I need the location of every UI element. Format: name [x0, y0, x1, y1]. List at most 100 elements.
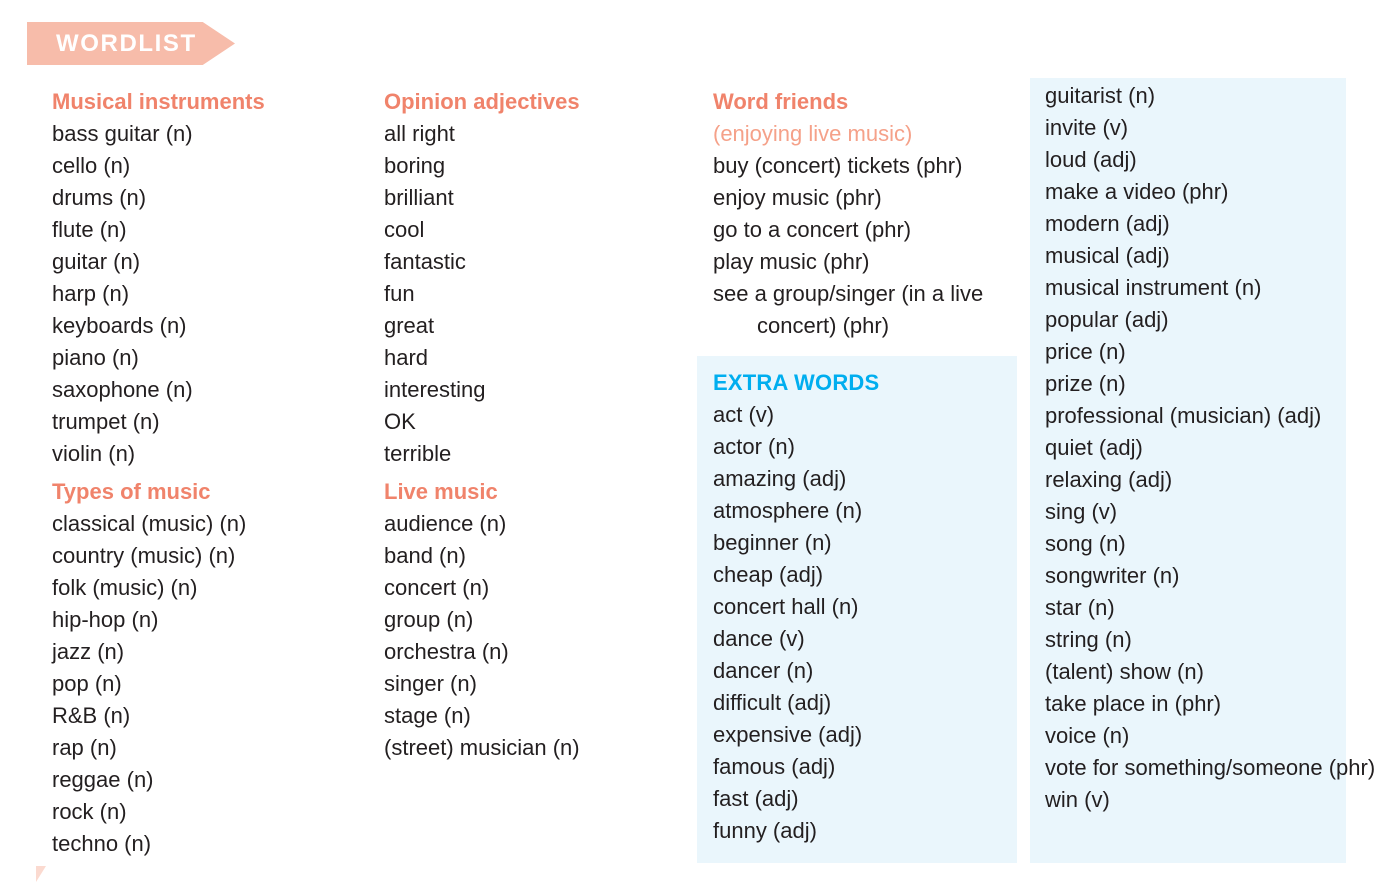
section-heading-musical-instruments: Musical instruments [52, 89, 265, 114]
word-list-item: funny (adj) [713, 818, 817, 843]
word-list-item: musical (adj) [1045, 243, 1170, 268]
word-list-item: jazz (n) [52, 639, 125, 664]
word-list-item: folk (music) (n) [52, 575, 198, 600]
word-list-item: techno (n) [52, 831, 152, 856]
word-list-item: guitar (n) [52, 249, 141, 274]
word-list-item: see a group/singer (in a live concert) (… [713, 281, 984, 338]
word-list-item: prize (n) [1045, 371, 1126, 396]
section-extra-words-right: guitarist (n) invite (v) loud (adj) make a … [1045, 80, 1379, 816]
section-subheading-word-friends: (enjoying live music) [713, 121, 913, 146]
word-list-item: drums (n) [52, 185, 147, 210]
word-list-item: quiet (adj) [1045, 435, 1143, 460]
word-list-extra-words-right: guitarist (n) invite (v) loud (adj) make a … [1045, 80, 1379, 816]
wordlist-banner: WORDLIST [27, 22, 235, 65]
word-list-item: concert (n) [384, 575, 490, 600]
section-opinion-adjectives: Opinion adjectives all right boring brilli… [384, 86, 580, 470]
word-list-item: make a video (phr) [1045, 179, 1229, 204]
word-list-item: amazing (adj) [713, 466, 847, 491]
word-list-opinion-adjectives: all right boring brilliant cool fantastic fun… [384, 118, 580, 470]
word-list-item: harp (n) [52, 281, 130, 306]
section-musical-instruments: Musical instruments bass guitar (n) cello… [52, 86, 265, 470]
word-list-item: vote for something/someone (phr) [1045, 755, 1376, 780]
word-list-item: famous (adj) [713, 754, 836, 779]
word-list-item: string (n) [1045, 627, 1132, 652]
page-edge-mark [36, 866, 46, 882]
word-list-item: concert hall (n) [713, 594, 859, 619]
word-list-item: relaxing (adj) [1045, 467, 1173, 492]
word-list-item: professional (musician) (adj) [1045, 403, 1322, 428]
word-list-item: (talent) show (n) [1045, 659, 1204, 684]
word-list-item: modern (adj) [1045, 211, 1170, 236]
section-heading-opinion-adjectives: Opinion adjectives [384, 89, 580, 114]
word-list-item: act (v) [713, 402, 775, 427]
word-list-item: singer (n) [384, 671, 477, 696]
word-list-item: great [384, 313, 435, 338]
word-list-item: sing (v) [1045, 499, 1118, 524]
word-list-item: popular (adj) [1045, 307, 1169, 332]
word-list-item: country (music) (n) [52, 543, 236, 568]
word-list-item: piano (n) [52, 345, 139, 370]
section-live-music: Live music audience (n) band (n) concert (… [384, 476, 580, 764]
word-list-item: fantastic [384, 249, 466, 274]
word-list-word-friends: buy (concert) tickets (phr) enjoy music (… [713, 150, 1047, 342]
section-heading-extra-words: EXTRA WORDS [713, 370, 880, 395]
word-list-item: R&B (n) [52, 703, 131, 728]
word-list-item: loud (adj) [1045, 147, 1137, 172]
word-list-item: trumpet (n) [52, 409, 160, 434]
word-list-types-of-music: classical (music) (n) country (music) (n)… [52, 508, 246, 860]
word-list-item: voice (n) [1045, 723, 1130, 748]
word-list-item: expensive (adj) [713, 722, 863, 747]
section-word-friends: Word friends (enjoying live music) buy (… [713, 86, 1047, 342]
word-list-item: take place in (phr) [1045, 691, 1222, 716]
word-list-item: pop (n) [52, 671, 122, 696]
word-list-item: star (n) [1045, 595, 1115, 620]
word-list-item: rock (n) [52, 799, 127, 824]
word-list-item: difficult (adj) [713, 690, 832, 715]
word-list-item: rap (n) [52, 735, 117, 760]
word-list-item: songwriter (n) [1045, 563, 1180, 588]
word-list-item: audience (n) [384, 511, 507, 536]
word-list-item: buy (concert) tickets (phr) [713, 153, 963, 178]
word-list-item: band (n) [384, 543, 466, 568]
word-list-item: win (v) [1045, 787, 1110, 812]
section-heading-types-of-music: Types of music [52, 479, 211, 504]
word-list-item: enjoy music (phr) [713, 185, 882, 210]
word-list-item: OK [384, 409, 416, 434]
word-list-item: stage (n) [384, 703, 471, 728]
word-list-item: play music (phr) [713, 249, 870, 274]
section-heading-word-friends: Word friends [713, 89, 849, 114]
section-extra-words-left: EXTRA WORDS act (v) actor (n) amazing (adj… [713, 367, 879, 847]
word-list-item: cool [384, 217, 425, 242]
word-list-live-music: audience (n) band (n) concert (n) group (n)… [384, 508, 580, 764]
section-heading-live-music: Live music [384, 479, 498, 504]
word-list-item: cheap (adj) [713, 562, 824, 587]
word-list-item: reggae (n) [52, 767, 154, 792]
word-list-item: fun [384, 281, 415, 306]
word-list-item: bass guitar (n) [52, 121, 193, 146]
word-list-item: guitarist (n) [1045, 83, 1156, 108]
word-list-item: orchestra (n) [384, 639, 509, 664]
word-list-item: (street) musician (n) [384, 735, 580, 760]
word-list-item: hip-hop (n) [52, 607, 159, 632]
word-list-item: keyboards (n) [52, 313, 187, 338]
word-list-extra-words-left: act (v) actor (n) amazing (adj) atmosphere … [713, 399, 879, 847]
word-list-item: musical instrument (n) [1045, 275, 1262, 300]
word-list-item: hard [384, 345, 429, 370]
word-list-item: interesting [384, 377, 486, 402]
word-list-item: dance (v) [713, 626, 805, 651]
word-list-item: fast (adj) [713, 786, 799, 811]
word-list-item: atmosphere (n) [713, 498, 863, 523]
word-list-item: brilliant [384, 185, 454, 210]
word-list-item: beginner (n) [713, 530, 832, 555]
word-list-item: group (n) [384, 607, 474, 632]
word-list-item: dancer (n) [713, 658, 814, 683]
word-list-item: cello (n) [52, 153, 131, 178]
word-list-item: boring [384, 153, 446, 178]
word-list-item: song (n) [1045, 531, 1126, 556]
word-list-item: price (n) [1045, 339, 1126, 364]
word-list-item: terrible [384, 441, 452, 466]
word-list-item: actor (n) [713, 434, 795, 459]
word-list-item: all right [384, 121, 455, 146]
word-list-item: classical (music) (n) [52, 511, 247, 536]
word-list-item: go to a concert (phr) [713, 217, 912, 242]
